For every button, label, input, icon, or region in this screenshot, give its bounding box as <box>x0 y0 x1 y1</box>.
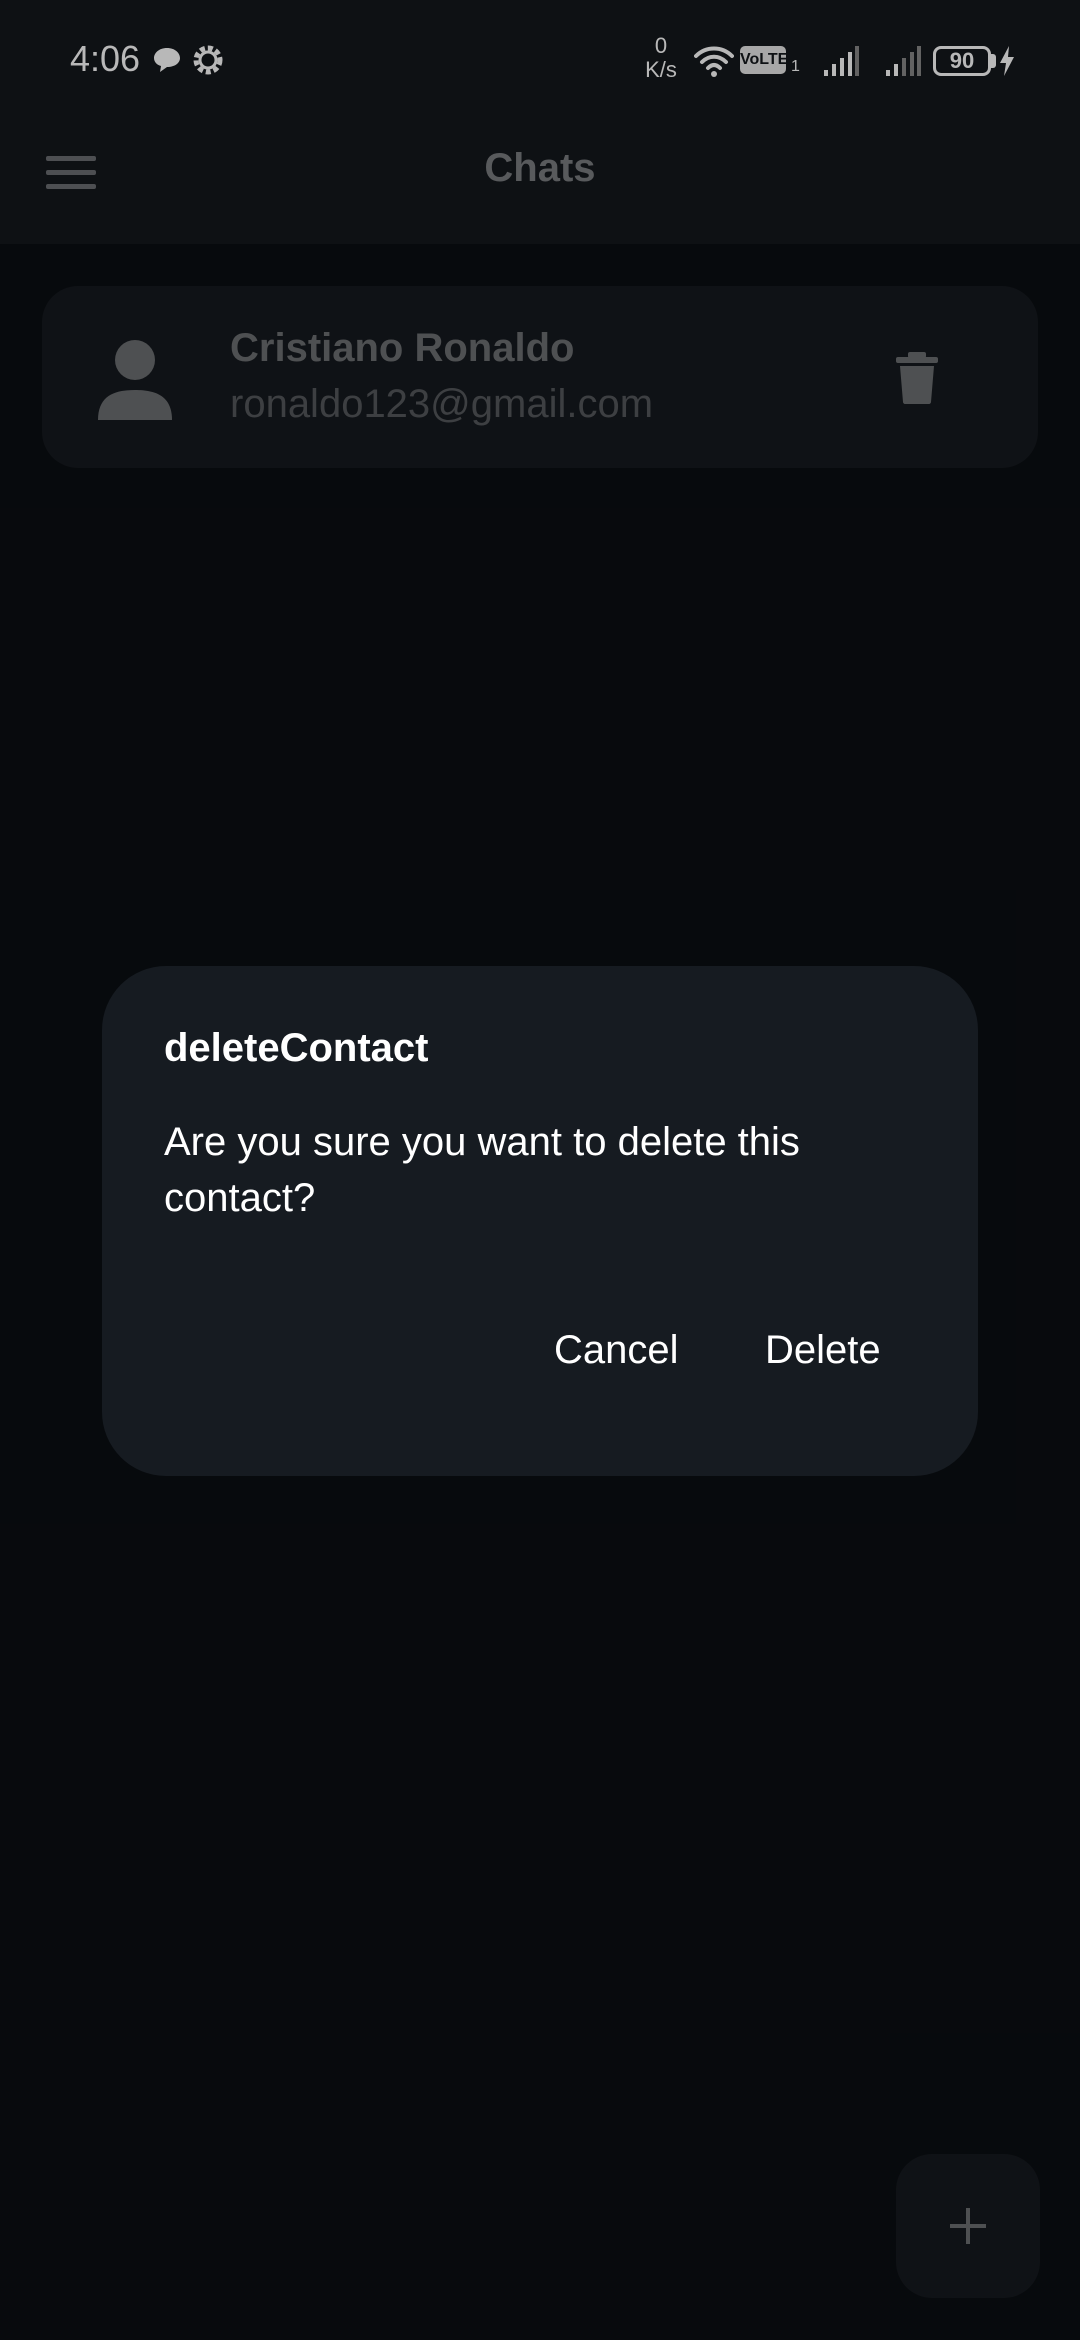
dialog-message: Are you sure you want to delete this con… <box>164 1120 800 1220</box>
delete-button[interactable]: Delete <box>753 1314 893 1386</box>
dialog-title: deleteContact <box>164 1026 429 1070</box>
cancel-button[interactable]: Cancel <box>542 1314 691 1386</box>
delete-contact-dialog: deleteContact Are you sure you want to d… <box>102 966 978 1476</box>
